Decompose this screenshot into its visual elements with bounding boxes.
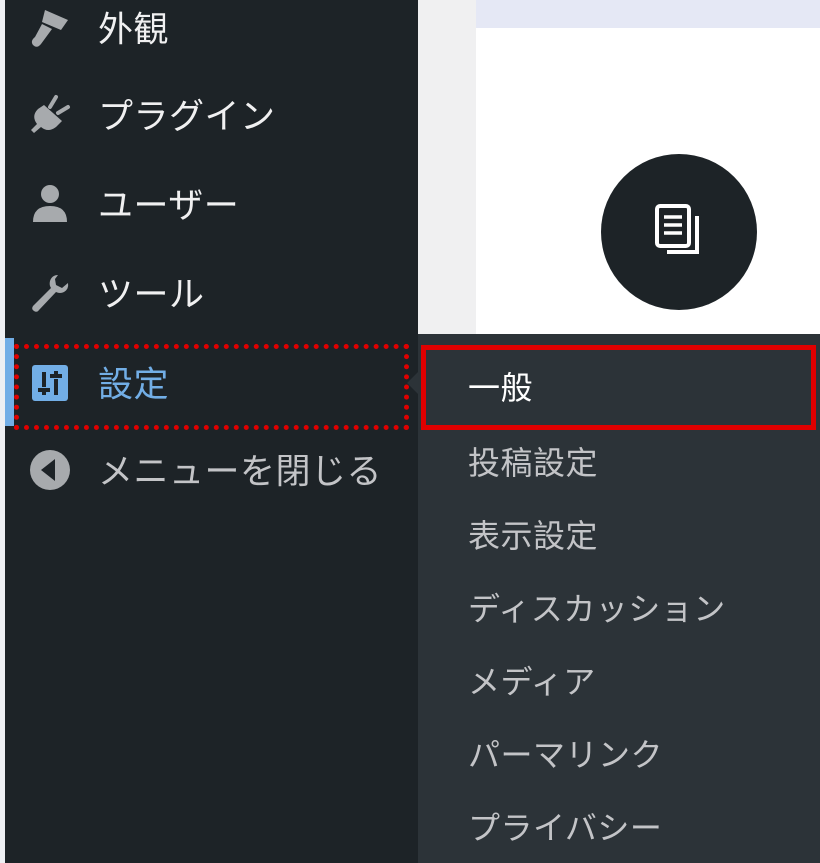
collapse-arrow-icon [27,447,73,493]
wp-admin-screen: 外観 プラグイン ユーザー ツール 設定 メニューを閉じる 一般 投稿設定 表示… [0,0,820,863]
sidebar-collapse-menu[interactable]: メニューを閉じる [5,427,418,513]
submenu-item-media[interactable]: メディア [418,646,820,718]
submenu-item-permalinks[interactable]: パーマリンク [418,719,820,791]
content-area [418,0,820,338]
sidebar-item-tools[interactable]: ツール [5,250,418,336]
paintbrush-icon [27,5,73,51]
wrench-icon [27,270,73,316]
document-icon [653,202,705,262]
sidebar-item-label: ユーザー [98,186,240,227]
submenu-item-label: 表示設定 [468,517,599,556]
submenu-item-discussion[interactable]: ディスカッション [418,573,820,645]
submenu-item-label: プライバシー [468,809,663,848]
general-highlight-box [421,345,816,430]
sidebar-item-plugins[interactable]: プラグイン [5,72,418,158]
submenu-item-reading[interactable]: 表示設定 [418,500,820,572]
sidebar-item-appearance[interactable]: 外観 [5,0,418,71]
submenu-item-label: 投稿設定 [468,444,599,483]
sidebar-item-label: ツール [98,275,205,316]
plugin-icon [27,92,73,138]
submenu-item-label: ディスカッション [468,590,726,629]
sidebar-item-users[interactable]: ユーザー [5,161,418,247]
submenu-item-writing[interactable]: 投稿設定 [418,427,820,499]
submenu-item-label: パーマリンク [468,736,664,775]
current-item-indicator [5,338,14,426]
content-top-strip [476,0,820,28]
submenu-item-label: メディア [468,663,596,702]
admin-sidebar: 外観 プラグイン ユーザー ツール 設定 メニューを閉じる [0,0,418,863]
document-button[interactable] [601,154,757,310]
sidebar-item-label: 外観 [98,10,170,51]
user-icon [27,181,73,227]
sidebar-item-label: メニューを閉じる [98,452,383,493]
settings-highlight-box [14,344,409,430]
sidebar-item-label: プラグイン [98,97,276,138]
submenu-item-privacy[interactable]: プライバシー [418,792,820,863]
